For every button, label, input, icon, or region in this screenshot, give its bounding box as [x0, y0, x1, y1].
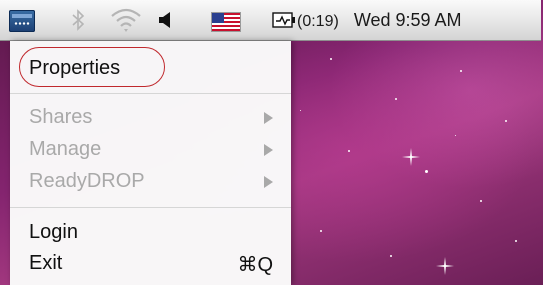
submenu-arrow-icon — [264, 176, 273, 188]
star — [395, 98, 397, 100]
star — [300, 110, 301, 111]
menu-item-shares: Shares — [10, 102, 291, 134]
exit-shortcut: ⌘Q — [237, 254, 273, 276]
menu-separator — [10, 93, 291, 94]
menu-item-exit[interactable]: Exit ⌘Q — [10, 248, 291, 280]
menu-item-readydrop: ReadyDROP — [10, 166, 291, 198]
star — [390, 255, 392, 257]
status-clock-area[interactable]: (0:19) Wed 9:59 AM — [297, 0, 462, 40]
menu-item-label: ReadyDROP — [29, 170, 145, 192]
star — [425, 170, 428, 173]
speaker-icon[interactable] — [158, 0, 172, 40]
us-flag-icon[interactable] — [211, 12, 241, 32]
highlight-annotation — [19, 47, 165, 87]
star — [330, 58, 332, 60]
star — [515, 240, 517, 242]
submenu-arrow-icon — [264, 144, 273, 156]
menu-bar: (0:19) Wed 9:59 AM — [0, 0, 541, 41]
menu-item-label: Login — [29, 221, 78, 243]
battery-icon[interactable] — [272, 0, 296, 40]
sparkle — [402, 148, 420, 166]
star — [505, 120, 507, 122]
menu-item-label: Exit — [29, 252, 63, 274]
sparkle — [436, 257, 454, 275]
battery-time-remaining: (0:19) — [297, 13, 339, 30]
menu-item-label: Shares — [29, 106, 93, 128]
menu-item-login[interactable]: Login — [10, 217, 291, 249]
star — [460, 70, 462, 72]
app-tray-icon[interactable] — [9, 10, 35, 32]
star — [348, 150, 350, 152]
menu-item-manage: Manage — [10, 134, 291, 166]
star — [480, 200, 482, 202]
submenu-arrow-icon — [264, 112, 273, 124]
bluetooth-icon[interactable] — [71, 0, 85, 40]
menu-item-label: Manage — [29, 138, 102, 160]
clock: Wed 9:59 AM — [353, 10, 462, 30]
star — [320, 230, 322, 232]
wifi-icon[interactable] — [110, 0, 142, 40]
menu-separator — [10, 207, 291, 208]
star — [455, 135, 456, 136]
